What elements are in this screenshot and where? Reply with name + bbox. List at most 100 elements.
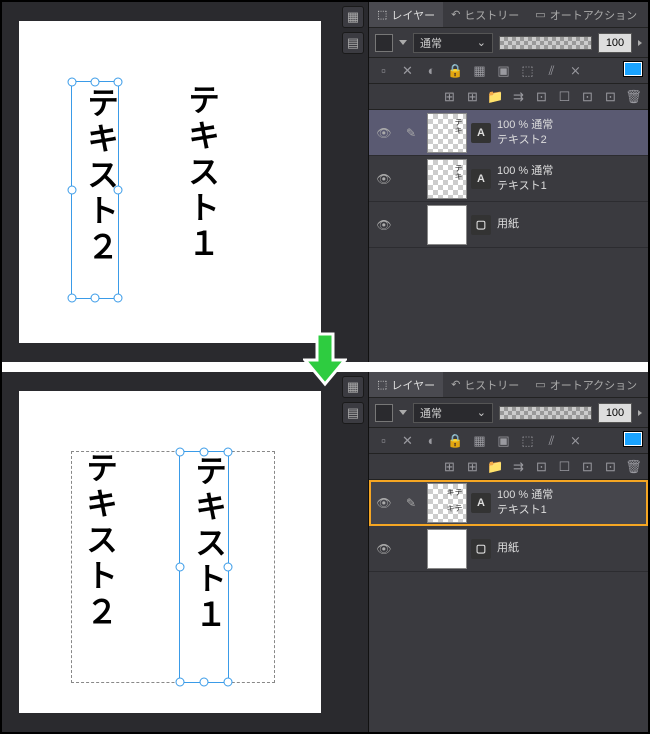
opacity-spinner-icon[interactable] — [638, 410, 642, 416]
border-icon[interactable]: ⫽ — [543, 62, 560, 79]
effect-icon[interactable]: ✕ — [399, 432, 416, 449]
layer-thumbnail[interactable]: テキ — [427, 113, 467, 153]
layer-row-paper[interactable]: ▢ 用紙 — [369, 202, 648, 248]
layer-row-paper[interactable]: ▢ 用紙 — [369, 526, 648, 572]
opacity-slider[interactable] — [499, 406, 592, 420]
merge-icon[interactable]: ⊡ — [533, 458, 550, 475]
tab-autoaction[interactable]: ▭オートアクション — [527, 372, 645, 397]
selection-box[interactable]: テキスト１ — [179, 451, 229, 683]
mask-icon[interactable]: ◐ — [423, 62, 440, 79]
layer-thumbnail[interactable] — [427, 529, 467, 569]
clear-icon[interactable]: ⊡ — [602, 88, 619, 105]
new-vector-layer-icon[interactable]: ⊞ — [464, 458, 481, 475]
apply-mask-icon[interactable]: ⊡ — [579, 458, 596, 475]
layer-label: 用紙 — [497, 541, 519, 555]
canvas-pane[interactable]: テキスト１ テキスト２ — [2, 2, 338, 362]
layer-color-swatch[interactable] — [624, 432, 642, 446]
visibility-toggle[interactable] — [369, 172, 399, 186]
blend-mode-select[interactable]: 通常⌄ — [413, 403, 493, 423]
clear-icon[interactable]: ⊡ — [602, 458, 619, 475]
effect-icon[interactable]: ✕ — [399, 62, 416, 79]
canvas[interactable]: テキスト１ テキスト２ — [19, 21, 321, 343]
canvas[interactable]: テキスト１ テキスト２ — [19, 391, 321, 713]
dropdown-icon[interactable] — [399, 410, 407, 415]
merge-icon[interactable]: ⊡ — [533, 88, 550, 105]
new-raster-layer-icon[interactable]: ⊞ — [441, 458, 458, 475]
apply-mask-icon[interactable]: ⊡ — [579, 88, 596, 105]
text-object-1[interactable]: テキスト１ — [179, 83, 225, 263]
ref-icon[interactable]: ▦ — [471, 62, 488, 79]
paper-layer-type-icon: ▢ — [471, 539, 491, 559]
layer-thumbnail[interactable]: テキテキ — [427, 483, 467, 523]
visibility-toggle[interactable] — [369, 496, 399, 510]
tab-layers[interactable]: ⬚レイヤー — [369, 2, 443, 27]
tab-history[interactable]: ↶ヒストリー — [443, 372, 527, 397]
scene-before: テキスト１ テキスト２ ▦ ▤ ⬚レイヤー ↶ヒストリー ▭オートアクション 通… — [2, 2, 648, 362]
lock-alpha-icon[interactable]: 🔒 — [447, 62, 464, 79]
panel-tabs: ⬚レイヤー ↶ヒストリー ▭オートアクション — [369, 2, 648, 28]
palette-color-checkbox[interactable] — [375, 34, 393, 52]
new-raster-layer-icon[interactable]: ⊞ — [441, 88, 458, 105]
layer-thumbnail[interactable]: テキ — [427, 159, 467, 199]
new-vector-layer-icon[interactable]: ⊞ — [464, 88, 481, 105]
paper-layer-type-icon: ▢ — [471, 215, 491, 235]
layer-row-text2[interactable]: テキ A 100 % 通常 テキスト2 — [369, 110, 648, 156]
tone-icon[interactable]: ⬚ — [519, 432, 536, 449]
visibility-toggle[interactable] — [369, 126, 399, 140]
dropdown-icon[interactable] — [399, 40, 407, 45]
border-icon[interactable]: ⫽ — [543, 432, 560, 449]
layer-properties-bar: 通常⌄ 100 — [369, 398, 648, 428]
opacity-spinner-icon[interactable] — [638, 40, 642, 46]
new-folder-icon[interactable]: 📁 — [487, 458, 504, 475]
palette-color-checkbox[interactable] — [375, 404, 393, 422]
vertical-toolbar: ▦ ▤ — [338, 372, 368, 732]
opacity-value[interactable]: 100 — [598, 403, 632, 423]
navigator-icon[interactable]: ▦ — [342, 6, 364, 28]
layer-row-text1[interactable]: テキ A 100 % 通常 テキスト1 — [369, 156, 648, 202]
layer-panel: ⬚レイヤー ↶ヒストリー ▭オートアクション 通常⌄ 100 ▫ ✕ ◐ 🔒 ▦… — [368, 372, 648, 732]
text-layer-type-icon: A — [471, 169, 491, 189]
opacity-slider[interactable] — [499, 36, 592, 50]
text-object-2[interactable]: テキスト２ — [78, 86, 124, 266]
tab-layers[interactable]: ⬚レイヤー — [369, 372, 443, 397]
tab-history[interactable]: ↶ヒストリー — [443, 2, 527, 27]
color-icon[interactable]: ⨯ — [567, 432, 584, 449]
layer-action-bar-2: ⊞ ⊞ 📁 ⇉ ⊡ ☐ ⊡ ⊡ 🗑 — [369, 84, 648, 110]
delete-layer-icon[interactable]: 🗑 — [625, 88, 642, 105]
color-icon[interactable]: ⨯ — [567, 62, 584, 79]
text-object-1[interactable]: テキスト１ — [186, 454, 232, 634]
tool-icon[interactable]: ▤ — [342, 32, 364, 54]
lock-alpha-icon[interactable]: 🔒 — [447, 432, 464, 449]
transition-arrow — [2, 362, 648, 372]
mask-create-icon[interactable]: ☐ — [556, 458, 573, 475]
transfer-icon[interactable]: ⇉ — [510, 88, 527, 105]
tone-icon[interactable]: ⬚ — [519, 62, 536, 79]
blend-mode-select[interactable]: 通常⌄ — [413, 33, 493, 53]
text-object-2[interactable]: テキスト２ — [77, 451, 123, 631]
tab-autoaction[interactable]: ▭オートアクション — [527, 2, 645, 27]
delete-layer-icon[interactable]: 🗑 — [625, 458, 642, 475]
canvas-pane[interactable]: テキスト１ テキスト２ — [2, 372, 338, 732]
opacity-value[interactable]: 100 — [598, 33, 632, 53]
draft-icon[interactable]: ▣ — [495, 432, 512, 449]
edit-indicator-icon — [399, 126, 423, 140]
transfer-icon[interactable]: ⇉ — [510, 458, 527, 475]
mask-create-icon[interactable]: ☐ — [556, 88, 573, 105]
selection-box[interactable]: テキスト２ — [71, 81, 119, 299]
new-folder-icon[interactable]: 📁 — [487, 88, 504, 105]
visibility-toggle[interactable] — [369, 218, 399, 232]
layer-thumbnail[interactable] — [427, 205, 467, 245]
visibility-toggle[interactable] — [369, 542, 399, 556]
layer-list: テキ A 100 % 通常 テキスト2 テキ A 100 % 通常 テキスト1 — [369, 110, 648, 362]
clip-icon[interactable]: ▫ — [375, 62, 392, 79]
layer-color-swatch[interactable] — [624, 62, 642, 76]
text-layer-type-icon: A — [471, 493, 491, 513]
tool-icon[interactable]: ▤ — [342, 402, 364, 424]
layer-row-text1-merged[interactable]: テキテキ A 100 % 通常 テキスト1 — [369, 480, 648, 526]
scene-after: テキスト１ テキスト２ ▦ ▤ ⬚レイヤー ↶ヒストリー ▭オートアクション 通… — [2, 372, 648, 732]
clip-icon[interactable]: ▫ — [375, 432, 392, 449]
draft-icon[interactable]: ▣ — [495, 62, 512, 79]
layer-label: 用紙 — [497, 217, 519, 231]
ref-icon[interactable]: ▦ — [471, 432, 488, 449]
mask-icon[interactable]: ◐ — [423, 432, 440, 449]
